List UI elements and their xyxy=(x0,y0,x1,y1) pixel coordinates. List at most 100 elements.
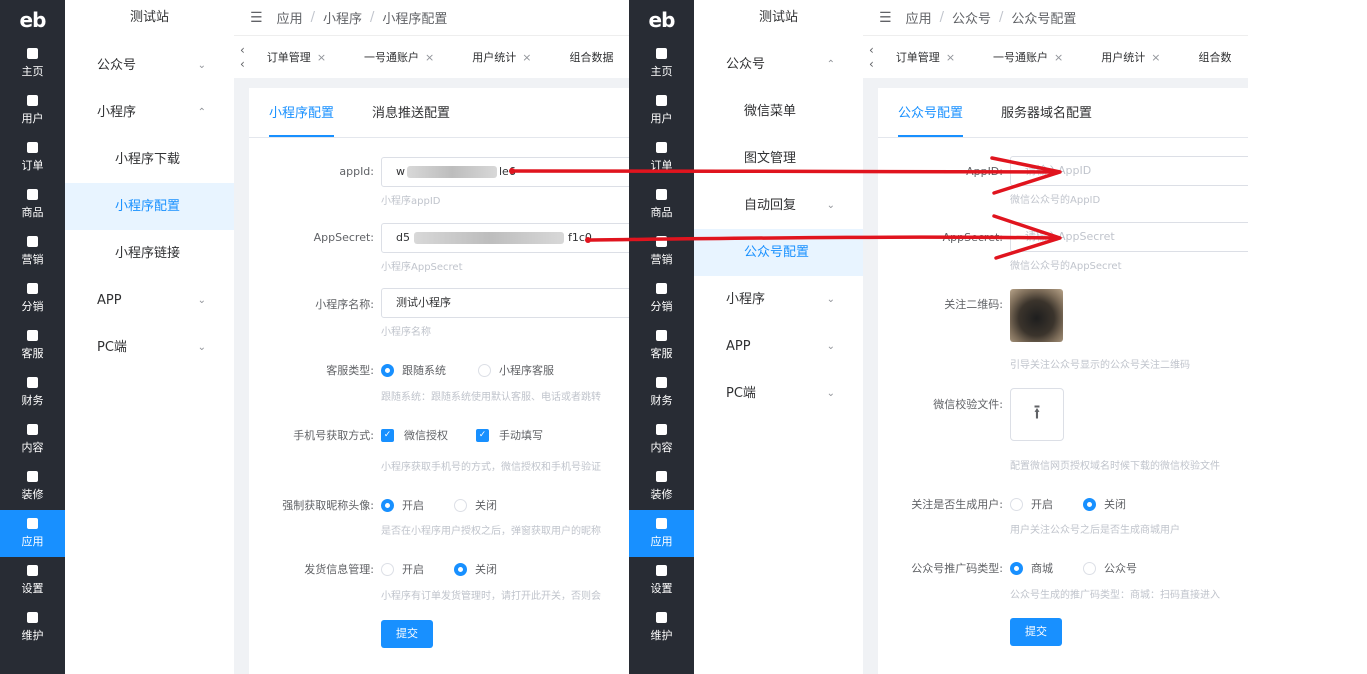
appid-value-start: w xyxy=(396,165,405,178)
page-tab[interactable]: 用户统计 × xyxy=(472,49,531,65)
breadcrumb-item[interactable]: 应用 xyxy=(277,8,303,27)
cs-follow-system-radio[interactable]: 跟随系统 xyxy=(381,362,446,378)
breadcrumb-item[interactable]: 应用 xyxy=(906,8,932,27)
tab-label: 一号通账户 xyxy=(364,51,420,64)
rail-item-service[interactable]: 客服 xyxy=(629,322,694,369)
rail-item-maintenance[interactable]: 维护 xyxy=(629,604,694,651)
rail-item-decoration[interactable]: 装修 xyxy=(0,463,65,510)
rail-item-settings[interactable]: 设置 xyxy=(0,557,65,604)
rail-item-app[interactable]: 应用 xyxy=(629,510,694,557)
rail-item-order[interactable]: 订单 xyxy=(0,134,65,181)
rail-item-service[interactable]: 客服 xyxy=(0,322,65,369)
rail-item-distribution[interactable]: 分销 xyxy=(629,275,694,322)
rail-item-home[interactable]: 主页 xyxy=(629,40,694,87)
phone-manual-checkbox[interactable]: ✓ 手动填写 xyxy=(476,427,543,443)
menu-item-wechat-menu[interactable]: 微信菜单 xyxy=(694,88,863,135)
rail-label: 主页 xyxy=(21,65,44,78)
breadcrumb-separator: / xyxy=(998,10,1004,25)
tabs-prev-icon[interactable]: ‹ ‹ xyxy=(240,43,245,71)
rail-item-marketing[interactable]: 营销 xyxy=(0,228,65,275)
upload-button[interactable]: ⭱ xyxy=(1010,388,1064,441)
ship-info-label: 发货信息管理: xyxy=(304,563,374,576)
page-tab[interactable]: 组合数 xyxy=(1198,49,1231,65)
rail-label: 内容 xyxy=(650,441,673,454)
gen-user-off-radio[interactable]: 关闭 xyxy=(1083,496,1126,512)
close-icon[interactable]: × xyxy=(425,51,434,64)
menu-item-mp-link[interactable]: 小程序链接 xyxy=(65,230,234,277)
rail-item-settings[interactable]: 设置 xyxy=(629,557,694,604)
rail-item-marketing[interactable]: 营销 xyxy=(629,228,694,275)
rail-label: 客服 xyxy=(21,347,44,360)
submit-button[interactable]: 提交 xyxy=(1010,618,1062,646)
rail-item-finance[interactable]: 财务 xyxy=(629,369,694,416)
breadcrumb-item[interactable]: 公众号 xyxy=(952,8,991,27)
menu-item-app[interactable]: APP ⌄ xyxy=(694,323,863,370)
page-tab[interactable]: 订单管理 × xyxy=(896,49,955,65)
rail-item-product[interactable]: 商品 xyxy=(629,181,694,228)
rail-item-order[interactable]: 订单 xyxy=(629,134,694,181)
menu-item-official-config[interactable]: 公众号配置 xyxy=(694,229,863,276)
rail-item-content[interactable]: 内容 xyxy=(0,416,65,463)
rail-item-decoration[interactable]: 装修 xyxy=(629,463,694,510)
phone-method-label: 手机号获取方式: xyxy=(293,429,374,442)
breadcrumb-item[interactable]: 小程序 xyxy=(323,8,362,27)
appid-input[interactable]: w le6 xyxy=(381,157,630,187)
close-icon[interactable]: × xyxy=(1151,51,1160,64)
rail-item-content[interactable]: 内容 xyxy=(629,416,694,463)
secret-input[interactable]: 请输入AppSecret xyxy=(1010,222,1248,252)
menu-item-miniprogram[interactable]: 小程序 ⌄ xyxy=(694,276,863,323)
menu-item-mp-config[interactable]: 小程序配置 xyxy=(65,183,234,230)
chevron-up-icon: ⌃ xyxy=(826,59,835,70)
rail-item-product[interactable]: 商品 xyxy=(0,181,65,228)
rail-item-finance[interactable]: 财务 xyxy=(0,369,65,416)
page-tab[interactable]: 一号通账户 × xyxy=(993,49,1063,65)
page-tab[interactable]: 用户统计 × xyxy=(1101,49,1160,65)
close-icon[interactable]: × xyxy=(317,51,326,64)
rail-item-home[interactable]: 主页 xyxy=(0,40,65,87)
page-tab[interactable]: 组合数据 xyxy=(569,49,613,65)
close-icon[interactable]: × xyxy=(946,51,955,64)
rail-label: 分销 xyxy=(21,300,44,313)
tab-push-config[interactable]: 消息推送配置 xyxy=(372,102,450,137)
menu-item-pc[interactable]: PC端 ⌄ xyxy=(694,370,863,417)
rail-item-user[interactable]: 用户 xyxy=(0,87,65,134)
tab-mp-config[interactable]: 小程序配置 xyxy=(269,102,335,137)
secret-input[interactable]: d5 f1c0 xyxy=(381,223,630,253)
tab-server-domain[interactable]: 服务器域名配置 xyxy=(1001,102,1092,137)
menu-item-app[interactable]: APP ⌄ xyxy=(65,277,234,324)
menu-label: 小程序配置 xyxy=(115,199,181,214)
cs-mp-service-radio[interactable]: 小程序客服 xyxy=(478,362,554,378)
menu-item-mp-download[interactable]: 小程序下载 xyxy=(65,136,234,183)
submit-button[interactable]: 提交 xyxy=(381,620,433,648)
rail-item-maintenance[interactable]: 维护 xyxy=(0,604,65,651)
close-icon[interactable]: × xyxy=(1054,51,1063,64)
qr-code-image[interactable] xyxy=(1010,289,1063,342)
avatar-off-radio[interactable]: 关闭 xyxy=(454,497,497,513)
ship-on-radio[interactable]: 开启 xyxy=(381,561,424,577)
mp-name-input[interactable]: 测试小程序 xyxy=(381,288,630,318)
menu-item-official[interactable]: 公众号 ⌃ xyxy=(694,41,863,88)
avatar-on-radio[interactable]: 开启 xyxy=(381,497,424,513)
menu-toggle-icon[interactable]: ☰ xyxy=(250,10,263,26)
promo-official-radio[interactable]: 公众号 xyxy=(1083,560,1137,576)
phone-wechat-checkbox[interactable]: ✓ 微信授权 xyxy=(381,427,448,443)
gen-user-on-radio[interactable]: 开启 xyxy=(1010,496,1053,512)
menu-item-articles[interactable]: 图文管理 xyxy=(694,135,863,182)
mp-name-tip: 小程序名称 xyxy=(381,327,431,338)
page-tab[interactable]: 一号通账户 × xyxy=(364,49,434,65)
rail-item-distribution[interactable]: 分销 xyxy=(0,275,65,322)
rail-item-app[interactable]: 应用 xyxy=(0,510,65,557)
menu-toggle-icon[interactable]: ☰ xyxy=(879,10,892,26)
promo-mall-radio[interactable]: 商城 xyxy=(1010,560,1053,576)
rail-item-user[interactable]: 用户 xyxy=(629,87,694,134)
ship-off-radio[interactable]: 关闭 xyxy=(454,561,497,577)
appid-input[interactable]: 请输入AppID xyxy=(1010,156,1248,186)
menu-item-pc[interactable]: PC端 ⌄ xyxy=(65,324,234,371)
page-tab[interactable]: 订单管理 × xyxy=(267,49,326,65)
menu-item-official[interactable]: 公众号 ⌄ xyxy=(65,42,234,89)
tab-official-config[interactable]: 公众号配置 xyxy=(898,102,964,137)
close-icon[interactable]: × xyxy=(522,51,531,64)
tabs-prev-icon[interactable]: ‹ ‹ xyxy=(869,43,874,71)
menu-item-miniprogram[interactable]: 小程序 ⌃ xyxy=(65,89,234,136)
menu-item-auto-reply[interactable]: 自动回复 ⌄ xyxy=(694,182,863,229)
